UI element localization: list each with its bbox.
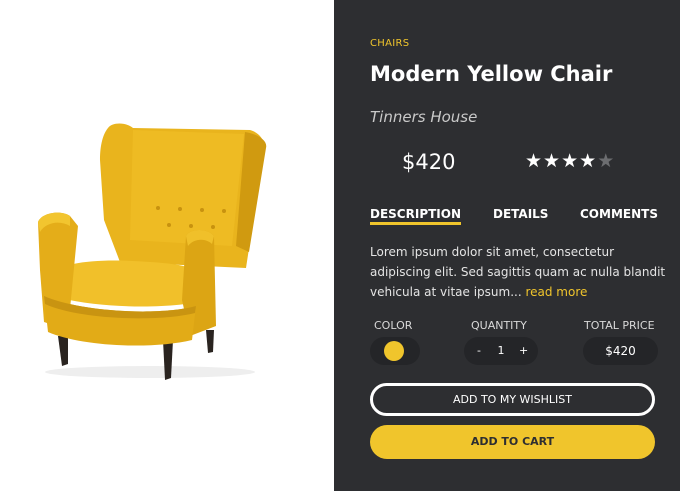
quantity-label: QUANTITY [471, 319, 527, 332]
star-icon: ★ [525, 150, 544, 172]
color-selector[interactable] [370, 337, 420, 365]
star-icon: ★ [579, 150, 598, 172]
product-image-pane [0, 0, 334, 491]
quantity-value: 1 [497, 344, 505, 357]
armchair-icon [38, 123, 267, 380]
product-price: $420 [402, 150, 456, 174]
product-brand: Tinners House [370, 108, 478, 126]
product-info-panel: CHAIRS Modern Yellow Chair Tinners House… [334, 0, 680, 491]
star-icon: ★ [561, 150, 580, 172]
product-category[interactable]: CHAIRS [370, 38, 409, 49]
quantity-stepper: - 1 + [464, 337, 538, 365]
description-text: Lorem ipsum dolor sit amet, consectetur … [370, 245, 666, 299]
total-price-label: TOTAL PRICE [584, 319, 655, 332]
quantity-decrement-button[interactable]: - [477, 344, 481, 357]
star-icon: ★ [543, 150, 562, 172]
color-label: COLOR [374, 319, 413, 332]
tab-comments[interactable]: COMMENTS [580, 207, 658, 221]
total-price-value: $420 [583, 337, 658, 365]
tab-description[interactable]: DESCRIPTION [370, 207, 462, 225]
product-tabs: DESCRIPTION DETAILS COMMENTS [370, 207, 662, 229]
product-description: Lorem ipsum dolor sit amet, consectetur … [370, 242, 670, 302]
add-to-wishlist-button[interactable]: ADD TO MY WISHLIST [370, 383, 655, 416]
rating-stars: ★★★★★ [525, 150, 615, 172]
add-to-cart-button[interactable]: ADD TO CART [370, 425, 655, 459]
color-swatch-yellow[interactable] [384, 341, 404, 361]
tab-details[interactable]: DETAILS [493, 207, 548, 221]
star-empty-icon: ★ [597, 150, 616, 172]
quantity-increment-button[interactable]: + [519, 344, 528, 357]
read-more-link[interactable]: read more [525, 285, 587, 299]
product-title: Modern Yellow Chair [370, 62, 613, 86]
